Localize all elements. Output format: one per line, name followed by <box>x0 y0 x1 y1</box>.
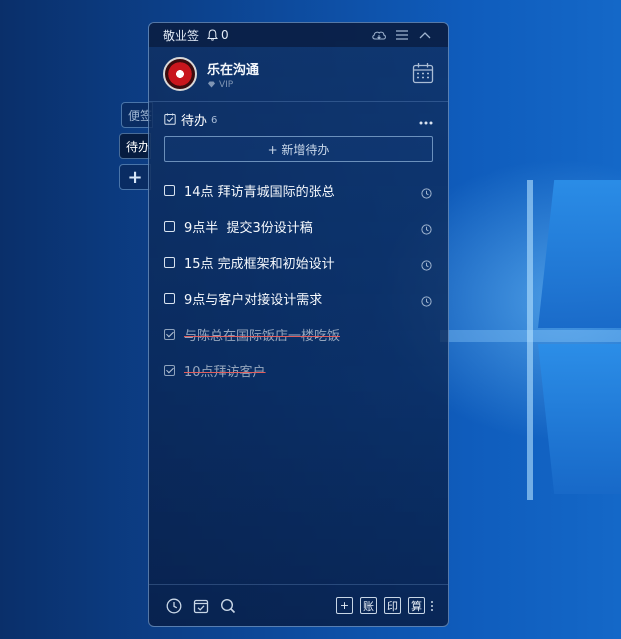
side-tab-label: + <box>127 166 143 188</box>
todo-text: 9点半 提交3份设计稿 <box>184 220 313 236</box>
reminder-button[interactable] <box>421 220 432 239</box>
cloud-sync-icon <box>372 31 386 40</box>
todo-text: 与陈总在国际饭店一楼吃饭 <box>184 328 341 344</box>
todo-view-button[interactable] <box>191 596 211 616</box>
calendar-button[interactable] <box>412 62 434 88</box>
reminder-button[interactable] <box>421 256 432 275</box>
side-tab-label: 待办 <box>126 139 151 154</box>
clock-icon <box>421 260 432 271</box>
windows-logo-pane <box>538 344 621 494</box>
add-note-button[interactable]: + <box>336 597 353 614</box>
todo-item[interactable]: 9点与客户对接设计需求 <box>149 280 448 316</box>
sticky-note-widget: 敬业签 0 乐在沟通 VIP 待办 6 + 新增待办 14点 拜访青城国际的张总… <box>148 22 449 627</box>
todo-checkbox[interactable] <box>164 256 175 268</box>
history-button[interactable] <box>164 596 184 616</box>
todo-checkbox-checked[interactable] <box>164 364 175 376</box>
calendar-icon <box>412 63 434 84</box>
reminder-button[interactable] <box>421 184 432 203</box>
vip-badge: VIP <box>207 80 259 90</box>
todo-item-done[interactable]: 与陈总在国际饭店一楼吃饭 <box>149 316 448 352</box>
todo-check-icon <box>164 113 176 125</box>
todo-count: 6 <box>211 115 218 126</box>
todo-item-done[interactable]: 10点拜访客户 <box>149 352 448 388</box>
todo-text: 15点 完成框架和初始设计 <box>184 256 335 272</box>
reminder-button[interactable] <box>421 292 432 311</box>
todo-checkbox-checked[interactable] <box>164 328 175 340</box>
user-info: 乐在沟通 VIP <box>207 59 259 90</box>
todo-checkbox[interactable] <box>164 184 175 196</box>
clock-icon <box>421 224 432 235</box>
clock-icon <box>421 188 432 199</box>
vip-label: VIP <box>219 79 234 90</box>
ledger-button[interactable]: 账 <box>360 597 377 614</box>
side-tab-add[interactable]: + <box>119 164 151 190</box>
todo-text: 9点与客户对接设计需求 <box>184 292 323 308</box>
todo-item[interactable]: 9点半 提交3份设计稿 <box>149 208 448 244</box>
menu-button[interactable] <box>393 26 411 44</box>
more-vertical-icon[interactable] <box>431 600 433 611</box>
search-icon <box>220 598 236 613</box>
calendar-check-icon <box>193 599 209 613</box>
bell-icon <box>207 29 219 41</box>
add-todo-button[interactable]: + 新增待办 <box>164 136 433 162</box>
print-button[interactable]: 印 <box>384 597 401 614</box>
side-tab-todo[interactable]: 待办 <box>119 133 151 159</box>
cloud-sync-button[interactable] <box>370 26 388 44</box>
avatar[interactable] <box>163 57 197 91</box>
collapse-button[interactable] <box>416 26 434 44</box>
clock-icon <box>166 598 182 613</box>
app-brand: 敬业签 <box>163 28 200 43</box>
todo-header: 待办 6 <box>149 102 448 136</box>
user-profile: 乐在沟通 VIP <box>149 47 448 101</box>
todo-item[interactable]: 15点 完成框架和初始设计 <box>149 244 448 280</box>
windows-logo-pane <box>538 180 621 328</box>
light-beam <box>527 180 533 500</box>
todo-text: 10点拜访客户 <box>184 364 266 380</box>
todo-text: 14点 拜访青城国际的张总 <box>184 184 335 200</box>
clock-icon <box>421 296 432 307</box>
todo-checkbox[interactable] <box>164 220 175 232</box>
todo-list: 14点 拜访青城国际的张总 9点半 提交3份设计稿 15点 完成框架和初始设计 … <box>149 172 448 388</box>
chevron-up-icon <box>419 32 431 39</box>
todo-checkbox[interactable] <box>164 292 175 304</box>
user-name: 乐在沟通 <box>207 62 260 78</box>
search-button[interactable] <box>218 596 238 616</box>
title-bar[interactable]: 敬业签 0 <box>149 23 448 47</box>
footer-toolbar: + 账 印 算 <box>149 584 448 626</box>
menu-icon <box>396 30 408 40</box>
notification-count: 0 <box>221 28 229 42</box>
calculator-button[interactable]: 算 <box>408 597 425 614</box>
todo-title: 待办 <box>181 113 208 129</box>
notification-button[interactable]: 0 <box>207 28 229 42</box>
todo-item[interactable]: 14点 拜访青城国际的张总 <box>149 172 448 208</box>
more-horizontal-icon <box>419 121 433 124</box>
diamond-icon <box>208 81 215 88</box>
more-options-button[interactable] <box>419 110 433 129</box>
